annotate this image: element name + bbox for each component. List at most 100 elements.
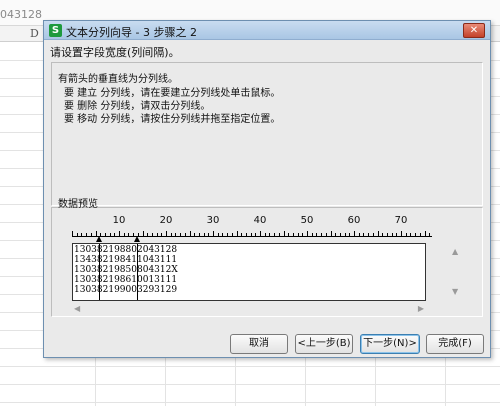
ruler-tick — [358, 233, 360, 236]
ruler-tick — [90, 233, 92, 236]
ruler-tick — [307, 231, 308, 236]
scroll-left-icon[interactable]: ◀ — [74, 304, 80, 313]
ruler-tick — [213, 231, 214, 236]
ruler-tick — [372, 233, 374, 236]
ruler-tick — [396, 233, 398, 236]
ruler-tick — [170, 233, 172, 236]
ruler-tick — [339, 233, 341, 236]
column-break-arrow-icon[interactable] — [96, 236, 102, 242]
scroll-right-icon[interactable]: ▶ — [418, 304, 424, 313]
ruler-tick — [297, 233, 299, 236]
ruler-tick — [180, 233, 182, 236]
ruler-tick — [104, 233, 106, 236]
ruler-tick — [288, 233, 290, 236]
ruler-tick — [72, 231, 73, 236]
grid-line — [0, 366, 500, 367]
ruler-tick — [231, 233, 233, 236]
ruler-tick — [278, 233, 280, 236]
ruler-tick — [316, 233, 318, 236]
ruler-tick — [86, 233, 88, 236]
column-header-d[interactable]: D — [30, 27, 39, 40]
ruler-label-70: 70 — [394, 215, 408, 226]
ruler-tick — [321, 233, 323, 236]
ruler-tick — [166, 231, 167, 236]
ruler-tick — [363, 233, 365, 236]
ruler-tick — [325, 233, 327, 236]
ruler-tick — [368, 233, 370, 236]
ruler-tick — [391, 233, 393, 236]
ruler-tick — [161, 233, 163, 236]
preview-row: 130382199003293129 — [74, 285, 178, 295]
ruler-tick — [123, 233, 125, 236]
cancel-button[interactable]: 取消 — [230, 334, 288, 354]
preview-row: 130382198802043128 — [74, 245, 178, 255]
ruler-tick — [203, 233, 205, 236]
ruler-tick — [335, 233, 337, 236]
ruler-tick — [283, 231, 285, 236]
ruler-label-50: 50 — [300, 215, 314, 226]
ruler-tick — [311, 233, 313, 236]
dialog-titlebar[interactable]: S 文本分列向导 - 3 步骤之 2 ✕ — [44, 21, 490, 40]
preview-row: 13038219850804312X — [74, 265, 178, 275]
ruler-tick — [260, 231, 261, 236]
ruler-tick — [330, 231, 332, 236]
ruler-tick — [401, 231, 402, 236]
next-button[interactable]: 下一步(N)> — [360, 334, 420, 354]
column-break-line[interactable] — [99, 244, 100, 300]
scroll-down-icon[interactable]: ▼ — [452, 287, 458, 296]
ruler-tick — [151, 233, 153, 236]
ruler-tick — [198, 233, 200, 236]
ruler-tick — [264, 233, 266, 236]
ruler-tick — [236, 231, 238, 236]
instruction-text: 请设置字段宽度(列间隔)。 — [50, 46, 180, 59]
preview-row: 130382198610013111 — [74, 275, 178, 285]
preview-horizontal-scrollbar[interactable]: ◀ ▶ — [72, 304, 426, 316]
ruler-tick — [349, 233, 351, 236]
ruler-tick — [184, 233, 186, 236]
text-to-columns-dialog: S 文本分列向导 - 3 步骤之 2 ✕ 请设置字段宽度(列间隔)。 有箭头的垂… — [43, 20, 491, 358]
ruler-label-40: 40 — [253, 215, 267, 226]
help-line-move: 要 移动 分列线，请按住分列线并拖至指定位置。 — [64, 114, 281, 125]
ruler-tick — [410, 233, 412, 236]
ruler-tick — [354, 231, 355, 236]
column-break-arrow-icon[interactable] — [134, 236, 140, 242]
column-ruler[interactable]: 10 20 30 40 50 60 70 — [72, 215, 432, 239]
ruler-tick — [222, 233, 224, 236]
column-break-line[interactable] — [137, 244, 138, 300]
ruler-tick — [227, 233, 229, 236]
ruler-tick — [119, 231, 120, 236]
ruler-tick — [250, 233, 252, 236]
grid-line — [0, 384, 500, 385]
help-line-arrows: 有箭头的垂直线为分列线。 — [58, 74, 178, 85]
preview-row: 134382198411043111 — [74, 255, 178, 265]
ruler-tick — [386, 233, 388, 236]
close-icon: ✕ — [469, 25, 479, 36]
ruler-tick — [302, 233, 304, 236]
ruler-tick — [81, 233, 83, 236]
dialog-title: 文本分列向导 - 3 步骤之 2 — [66, 26, 197, 39]
data-preview-box[interactable]: 130382198802043128 134382198411043111 13… — [72, 243, 426, 301]
cell-value-fragment: 043128 — [0, 8, 42, 21]
ruler-label-10: 10 — [112, 215, 126, 226]
finish-button[interactable]: 完成(F) — [426, 334, 484, 354]
ruler-tick — [175, 233, 177, 236]
ruler-tick — [274, 233, 276, 236]
ruler-tick — [429, 233, 431, 236]
preview-vertical-scrollbar[interactable]: ▲ ▼ — [449, 243, 463, 301]
ruler-tick — [241, 233, 243, 236]
scroll-up-icon[interactable]: ▲ — [452, 247, 458, 256]
ruler-tick — [156, 233, 158, 236]
ruler-tick — [142, 231, 144, 236]
ruler-tick — [189, 231, 191, 236]
ruler-tick — [415, 233, 417, 236]
back-button[interactable]: <上一步(B) — [295, 334, 353, 354]
ruler-tick — [128, 233, 130, 236]
ruler-tick — [419, 233, 421, 236]
ruler-tick — [76, 233, 78, 236]
ruler-tick — [344, 233, 346, 236]
ruler-tick — [255, 233, 257, 236]
ruler-label-30: 30 — [206, 215, 220, 226]
data-preview-label: 数据预览 — [58, 199, 98, 210]
ruler-tick — [424, 231, 426, 236]
close-button[interactable]: ✕ — [463, 23, 485, 38]
